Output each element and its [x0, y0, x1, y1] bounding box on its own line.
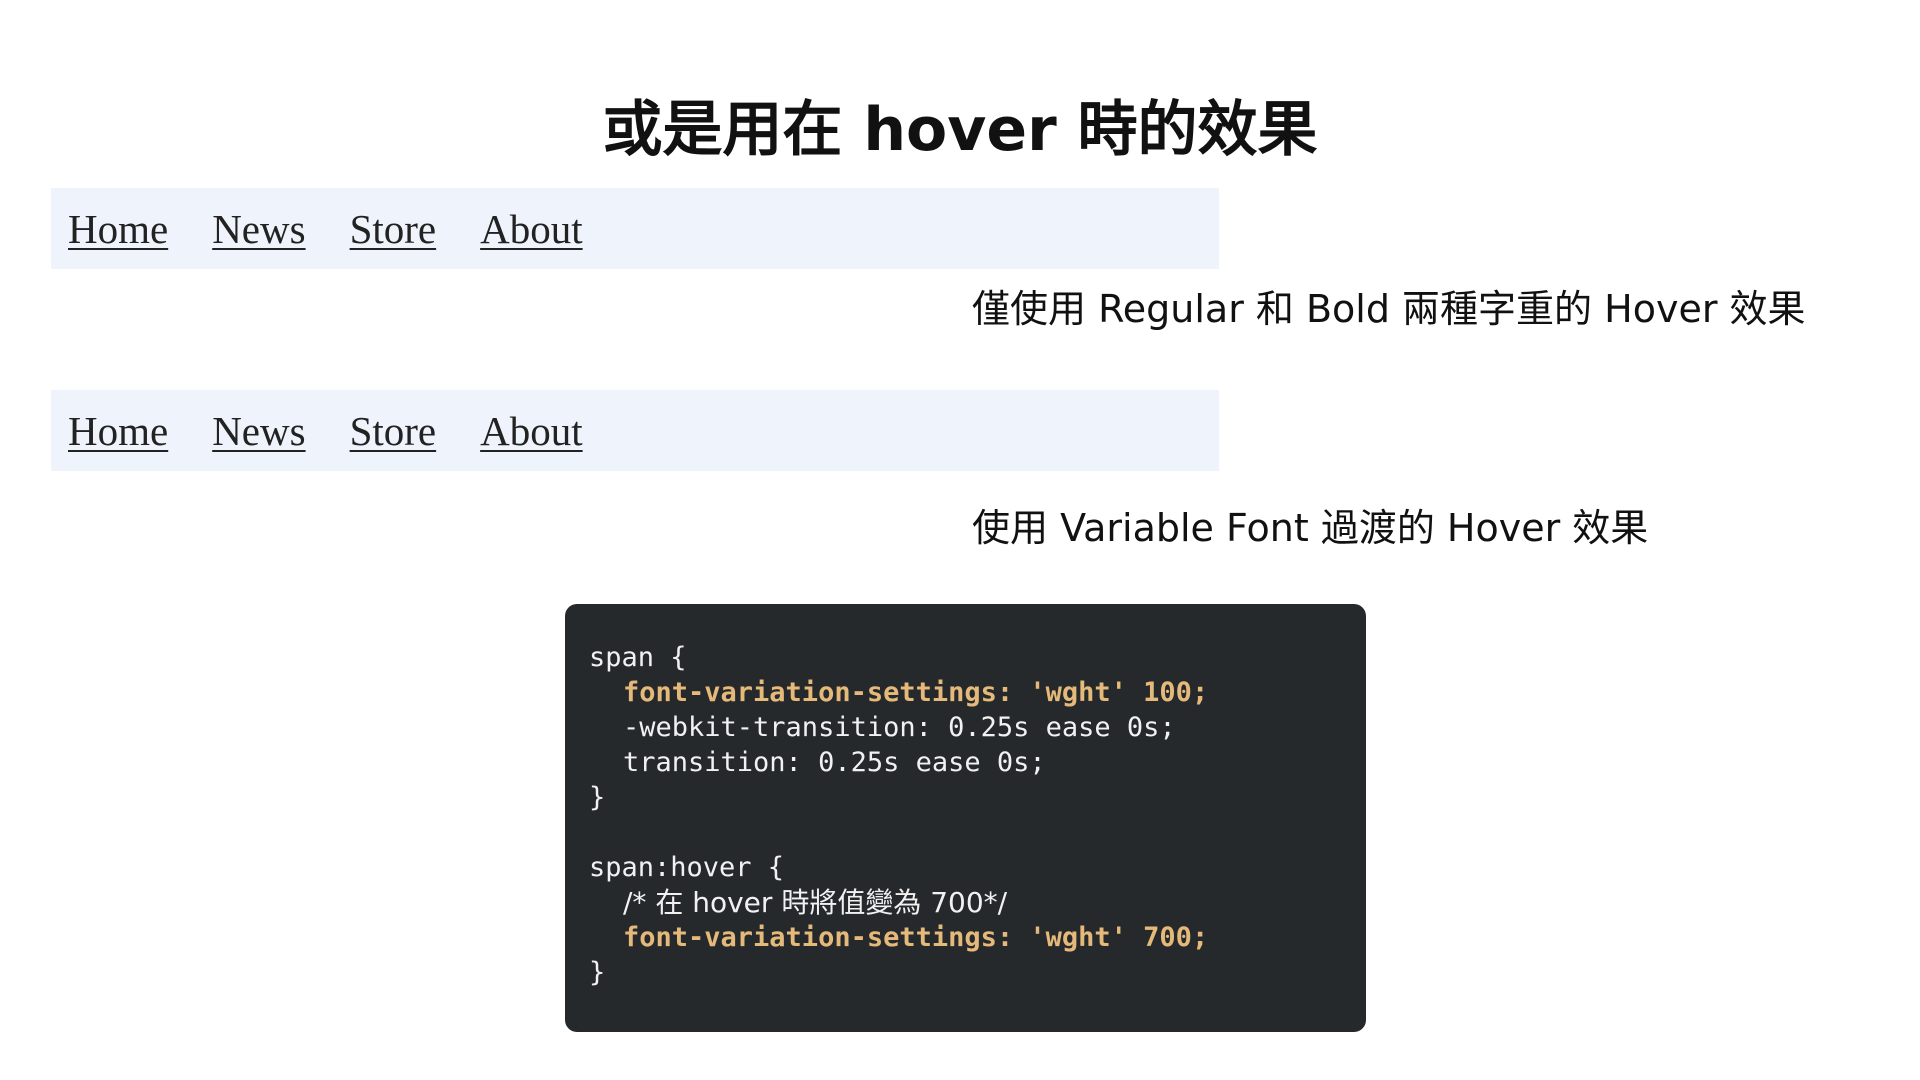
code-line-comment: /* 在 hover 時將值變為 700*/ — [589, 885, 1366, 920]
code-text: font-variation-settings: 'wght' 100; — [623, 677, 1209, 708]
nav-bar-regular-bold: Home News Store About — [51, 188, 1219, 269]
code-text: } — [589, 782, 606, 813]
code-block: span { font-variation-settings: 'wght' 1… — [565, 604, 1366, 1032]
code-line-highlighted: font-variation-settings: 'wght' 100; — [589, 675, 1366, 710]
code-text: span:hover { — [589, 852, 785, 883]
code-line-highlighted: font-variation-settings: 'wght' 700; — [589, 920, 1366, 955]
nav-link-about[interactable]: About — [480, 407, 583, 455]
code-line: } — [589, 780, 1366, 815]
code-text: font-variation-settings: 'wght' 700; — [623, 922, 1209, 953]
code-text: -webkit-transition: 0.25s ease 0s; — [623, 712, 1176, 743]
nav-link-store[interactable]: Store — [350, 407, 437, 455]
nav-link-news[interactable]: News — [212, 407, 305, 455]
code-text: /* 在 hover 時將值變為 700*/ — [623, 886, 1008, 919]
code-text: span { — [589, 642, 687, 673]
code-line: } — [589, 955, 1366, 990]
code-line: transition: 0.25s ease 0s; — [589, 745, 1366, 780]
nav-bar-variable-font: Home News Store About — [51, 390, 1219, 471]
slide-title: 或是用在 hover 時的效果 — [602, 95, 1318, 165]
code-text: } — [589, 957, 606, 988]
nav-link-home[interactable]: Home — [68, 205, 168, 253]
code-line: -webkit-transition: 0.25s ease 0s; — [589, 710, 1366, 745]
nav-link-home[interactable]: Home — [68, 407, 168, 455]
code-line: span { — [589, 640, 1366, 675]
nav-link-store[interactable]: Store — [350, 205, 437, 253]
caption-regular-bold: 僅使用 Regular 和 Bold 兩種字重的 Hover 效果 — [972, 287, 1806, 331]
nav-link-news[interactable]: News — [212, 205, 305, 253]
nav-link-about[interactable]: About — [480, 205, 583, 253]
code-line: span:hover { — [589, 850, 1366, 885]
code-text: transition: 0.25s ease 0s; — [623, 747, 1046, 778]
slide: 或是用在 hover 時的效果 Home News Store About 僅使… — [0, 0, 1920, 1080]
caption-variable-font: 使用 Variable Font 過渡的 Hover 效果 — [972, 506, 1649, 550]
